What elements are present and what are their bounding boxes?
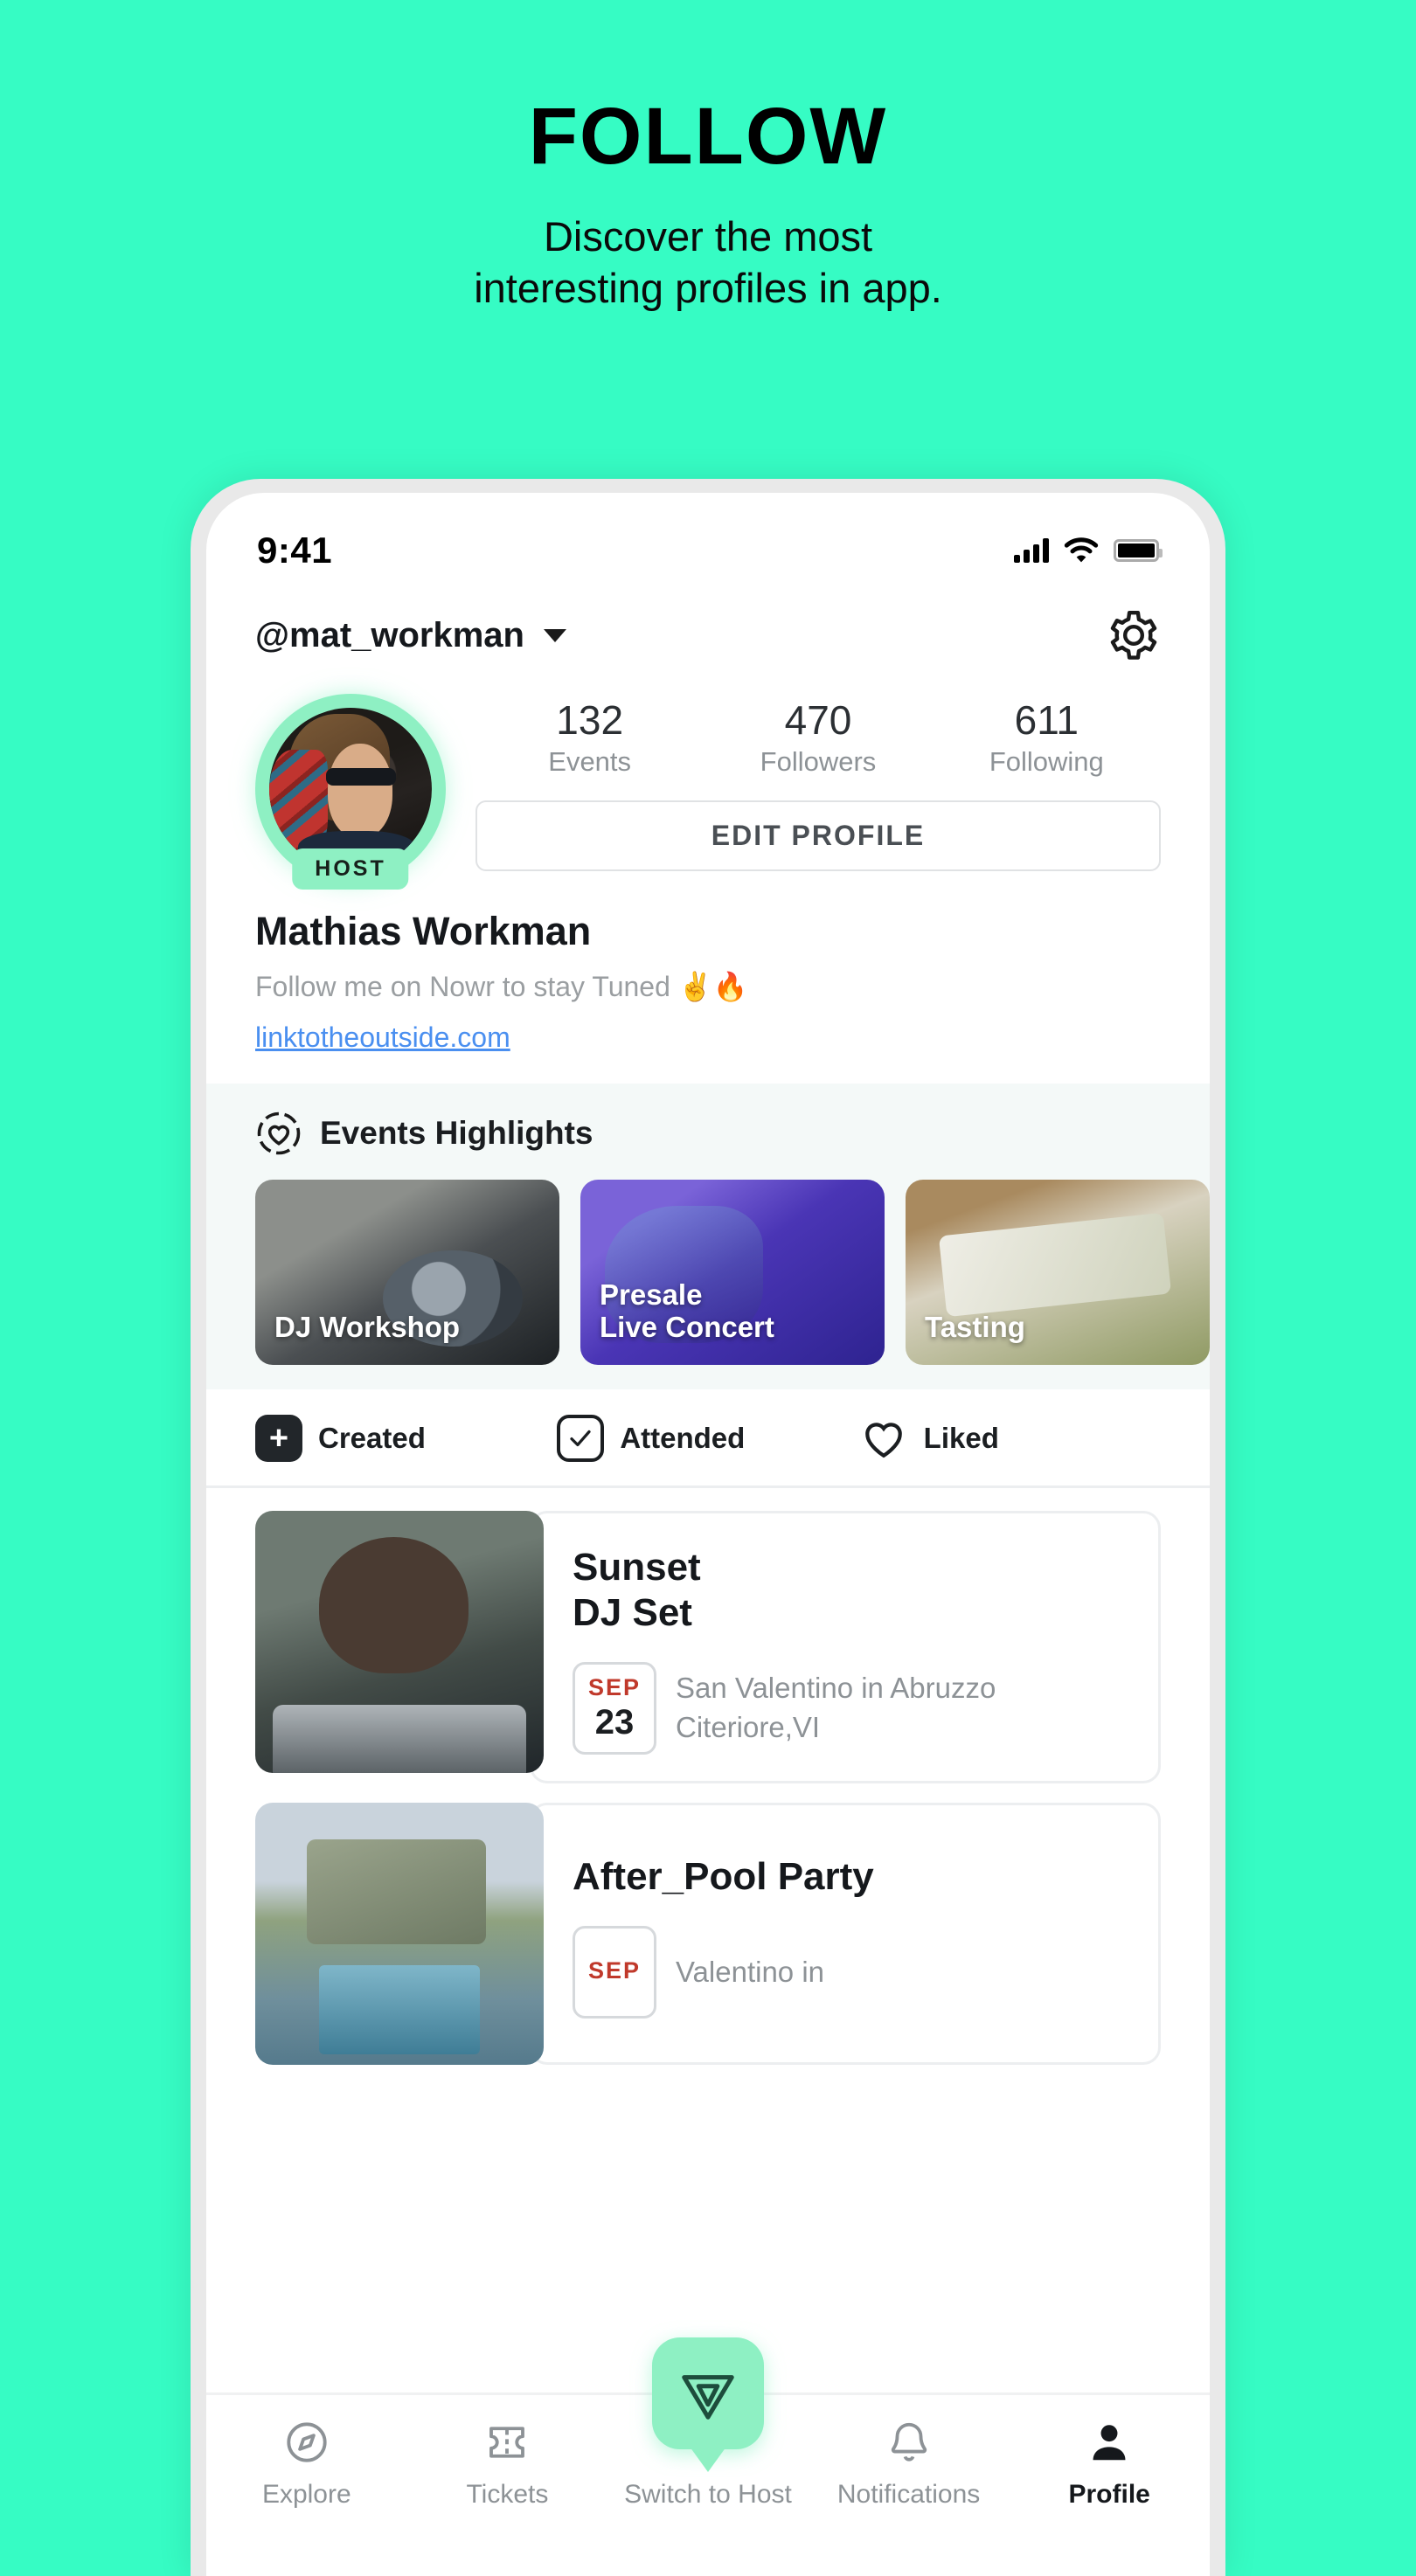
event-month: SEP xyxy=(587,1674,642,1700)
profile-summary: HOST 132 Events 470 Followers 611 Follow… xyxy=(206,662,1210,890)
plus-square-icon: + xyxy=(255,1415,302,1463)
tab-attended[interactable]: Attended xyxy=(557,1414,858,1463)
event-day: 23 xyxy=(594,1703,635,1742)
stat-label: Following xyxy=(989,746,1104,778)
status-icons xyxy=(1014,537,1163,564)
cellular-signal-icon xyxy=(1014,538,1049,563)
stats-column: 132 Events 470 Followers 611 Following E… xyxy=(475,694,1161,872)
highlight-label: Presale Live Concert xyxy=(600,1278,774,1344)
display-name: Mathias Workman xyxy=(255,909,592,953)
promo-subtitle-line2: interesting profiles in app. xyxy=(474,264,942,311)
status-bar: 9:41 xyxy=(206,493,1210,571)
highlight-label: Tasting xyxy=(925,1311,1025,1344)
event-card[interactable]: Sunset DJ Set SEP 23 San Valentino in Ab… xyxy=(255,1511,1161,1783)
wifi-icon xyxy=(1064,537,1099,563)
event-card[interactable]: After_Pool Party SEP Valentino in xyxy=(255,1803,1161,2065)
status-time: 9:41 xyxy=(257,530,333,571)
event-location: San Valentino in Abruzzo Citeriore,VI xyxy=(676,1672,996,1743)
heart-icon xyxy=(864,1423,902,1458)
account-handle: @mat_workman xyxy=(255,615,524,654)
event-body: Sunset DJ Set SEP 23 San Valentino in Ab… xyxy=(530,1511,1161,1783)
tab-label: Liked xyxy=(923,1422,999,1455)
event-title: Sunset DJ Set xyxy=(573,1546,701,1635)
tab-liked[interactable]: Liked xyxy=(859,1414,1161,1463)
highlights-card-list: DJ Workshop Presale Live Concert Tasting xyxy=(255,1180,1210,1366)
ticket-icon xyxy=(483,2418,531,2467)
nav-item-notifications[interactable]: Notifications xyxy=(809,2418,1010,2510)
profile-header-row: @mat_workman xyxy=(206,571,1210,662)
nav-item-explore[interactable]: Explore xyxy=(206,2418,407,2510)
event-image xyxy=(255,1803,544,2065)
bio-text: Follow me on Nowr to stay Tuned ✌️🔥 xyxy=(255,971,748,1002)
events-list: Sunset DJ Set SEP 23 San Valentino in Ab… xyxy=(206,1488,1210,2065)
stat-label: Events xyxy=(548,746,632,778)
battery-icon xyxy=(1114,539,1163,562)
nav-label: Tickets xyxy=(466,2480,549,2509)
stat-followers[interactable]: 470 Followers xyxy=(704,699,932,778)
host-badge: HOST xyxy=(292,848,409,890)
stat-value: 470 xyxy=(784,697,852,743)
edit-profile-button[interactable]: EDIT PROFILE xyxy=(475,800,1161,872)
bottom-navigation: Explore Tickets Switch to Host Notificat… xyxy=(206,2337,1210,2576)
nav-item-tickets[interactable]: Tickets xyxy=(407,2418,608,2510)
event-date-badge: SEP xyxy=(573,1925,656,2019)
event-title: After_Pool Party xyxy=(573,1855,874,1899)
nav-label: Notifications xyxy=(836,2480,981,2509)
highlights-header: Events Highlights xyxy=(255,1110,1210,1157)
avatar-column: HOST xyxy=(255,694,446,890)
phone-mockup: 9:41 @mat_workman HOST 132 Events 470 Fo… xyxy=(191,479,1225,2576)
promo-subtitle-line1: Discover the most xyxy=(543,213,873,260)
nav-label: Explore xyxy=(261,2480,351,2509)
content-tabs: + Created Attended Liked xyxy=(206,1389,1210,1489)
nowr-logo-icon xyxy=(651,2337,764,2449)
chevron-down-icon xyxy=(544,628,566,642)
page-title: FOLLOW xyxy=(528,92,888,181)
stat-following[interactable]: 611 Following xyxy=(933,699,1161,778)
events-highlights-section: Events Highlights DJ Workshop Presale Li… xyxy=(206,1084,1210,1390)
promo-subtitle: Discover the most interesting profiles i… xyxy=(0,211,1416,315)
highlight-card[interactable]: DJ Workshop xyxy=(255,1180,559,1366)
bio-link[interactable]: linktotheoutside.com xyxy=(255,1021,510,1054)
stat-value: 132 xyxy=(556,697,624,743)
event-location: Valentino in xyxy=(676,1955,825,1988)
check-square-icon xyxy=(557,1415,605,1463)
nav-item-switch-to-host[interactable]: Switch to Host xyxy=(607,2337,809,2510)
stat-label: Followers xyxy=(760,746,877,778)
person-icon xyxy=(1086,2418,1133,2467)
avatar-image xyxy=(269,708,432,870)
highlight-card[interactable]: Presale Live Concert xyxy=(580,1180,885,1366)
event-meta: SEP Valentino in xyxy=(573,1925,1128,2019)
bell-icon xyxy=(885,2418,933,2467)
nav-item-profile[interactable]: Profile xyxy=(1009,2418,1210,2510)
stat-value: 611 xyxy=(1014,697,1079,743)
heart-in-dashed-circle-icon xyxy=(257,1111,301,1155)
stat-events[interactable]: 132 Events xyxy=(475,699,704,778)
highlight-label: DJ Workshop xyxy=(274,1311,461,1344)
highlight-card[interactable]: Tasting xyxy=(906,1180,1210,1366)
event-month: SEP xyxy=(587,1957,642,1984)
event-body: After_Pool Party SEP Valentino in xyxy=(530,1803,1161,2065)
highlights-title: Events Highlights xyxy=(320,1115,593,1152)
stats-row: 132 Events 470 Followers 611 Following xyxy=(475,699,1161,778)
nav-label: Switch to Host xyxy=(624,2480,792,2509)
tab-created[interactable]: + Created xyxy=(255,1414,557,1463)
nav-label: Profile xyxy=(1068,2480,1150,2509)
compass-icon xyxy=(283,2418,330,2467)
event-date-badge: SEP 23 xyxy=(573,1662,656,1755)
bio-section: Mathias Workman Follow me on Nowr to sta… xyxy=(206,884,1210,1054)
account-switcher[interactable]: @mat_workman xyxy=(255,616,566,655)
gear-icon[interactable] xyxy=(1107,608,1161,662)
event-meta: SEP 23 San Valentino in Abruzzo Citerior… xyxy=(573,1662,1128,1755)
promo-header: FOLLOW Discover the most interesting pro… xyxy=(0,0,1416,315)
tab-label: Created xyxy=(318,1422,426,1455)
event-image xyxy=(255,1511,544,1774)
phone-screen: 9:41 @mat_workman HOST 132 Events 470 Fo… xyxy=(206,493,1210,2576)
tab-label: Attended xyxy=(620,1422,746,1455)
